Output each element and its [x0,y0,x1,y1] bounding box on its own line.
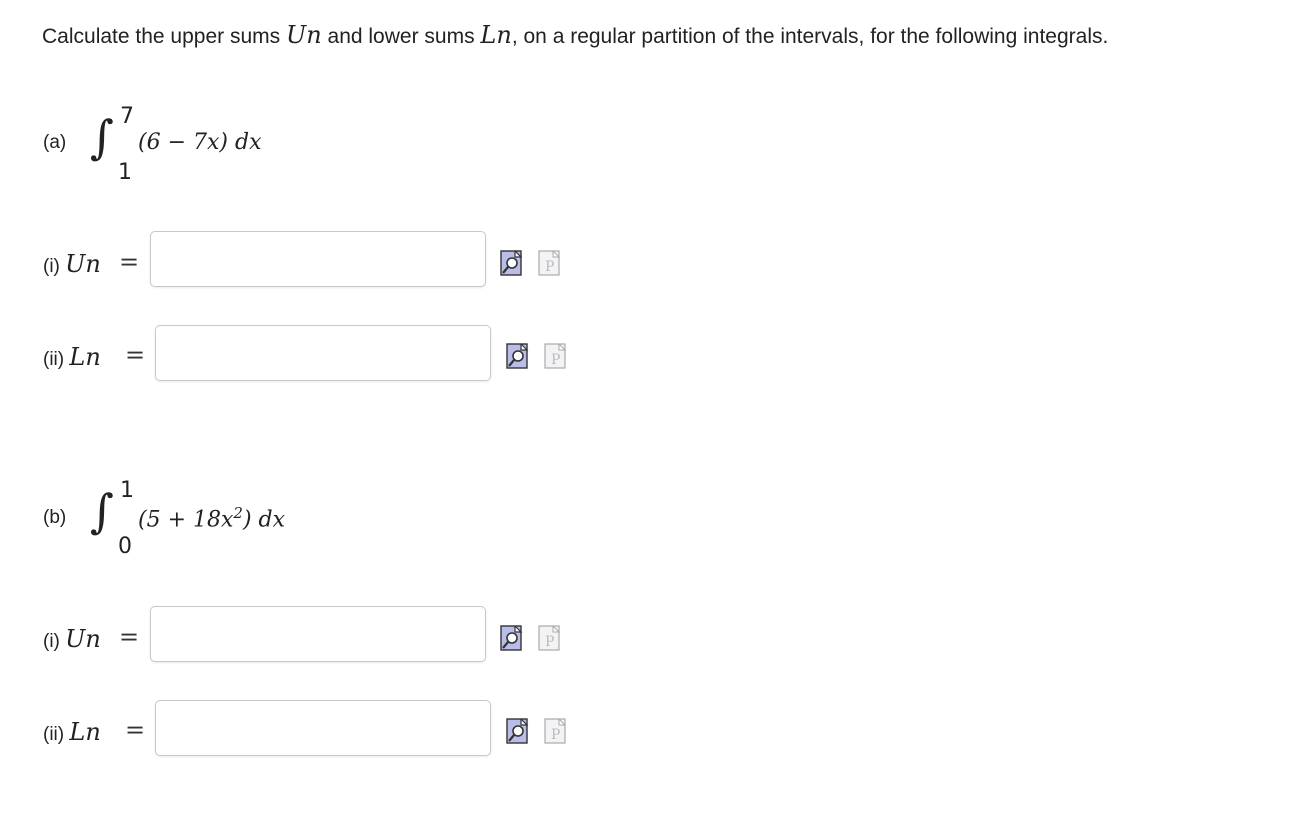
integrand-base: (5 + 18x [138,507,234,533]
part-a-label: (a) [43,132,67,153]
part-a-upper-sum-label: (i) Un [43,250,101,278]
part-b-upper-sum-label: (i) Un [43,625,101,653]
instructions-text-before: Calculate the upper sums [42,25,281,48]
math-palette-icon[interactable]: P [538,623,562,651]
equals-sign: = [119,248,140,276]
upper-limit: 1 [120,478,134,503]
lower-limit: 0 [118,534,132,559]
integrand: (5 + 18x2) dx [138,504,285,532]
row-index: (i) [43,631,60,652]
row-index: (ii) [43,724,65,745]
part-b-lower-sum-label: (ii) Ln [43,718,101,746]
equals-sign: = [125,716,146,744]
lower-limit: 1 [118,160,132,185]
svg-text:P: P [545,259,554,275]
row-symbol: Un [65,250,101,278]
preview-magnifier-icon[interactable] [506,341,530,369]
lower-sum-symbol: Ln [480,21,512,49]
upper-limit: 7 [120,104,134,129]
part-a-lower-sum-input[interactable] [155,325,491,381]
equals-sign: = [125,341,146,369]
row-symbol: Ln [69,718,101,746]
row-index: (ii) [43,349,65,370]
svg-text:P: P [551,352,560,368]
integrand-tail: ) dx [242,507,286,533]
problem-instructions: Calculate the upper sums Un and lower su… [42,21,1108,49]
preview-magnifier-icon[interactable] [500,248,524,276]
integral-sign-icon: ∫ [90,484,114,538]
part-a-integral: ∫ 7 1 (6 − 7x) dx [90,104,290,188]
integral-sign-icon: ∫ [90,110,114,164]
upper-sum-symbol: Un [285,21,322,49]
integrand: (6 − 7x) dx [138,130,262,155]
part-a-lower-sum-label: (ii) Ln [43,343,101,371]
part-b-upper-sum-input[interactable] [150,606,486,662]
part-b-label: (b) [43,507,67,528]
part-a-upper-sum-input[interactable] [150,231,486,287]
row-index: (i) [43,256,60,277]
instructions-text-middle: and lower sums [327,25,475,48]
svg-text:P: P [551,727,560,743]
math-palette-icon[interactable]: P [544,716,568,744]
instructions-text-after: , on a regular partition of the interval… [511,25,1109,48]
math-palette-icon[interactable]: P [538,248,562,276]
integrand-exponent: 2 [233,504,243,522]
part-b-lower-sum-input[interactable] [155,700,491,756]
row-symbol: Ln [69,343,101,371]
preview-magnifier-icon[interactable] [500,623,524,651]
equals-sign: = [119,623,140,651]
part-b-integral: ∫ 1 0 (5 + 18x2) dx [90,478,330,562]
preview-magnifier-icon[interactable] [506,716,530,744]
math-palette-icon[interactable]: P [544,341,568,369]
row-symbol: Un [65,625,101,653]
svg-text:P: P [545,634,554,650]
